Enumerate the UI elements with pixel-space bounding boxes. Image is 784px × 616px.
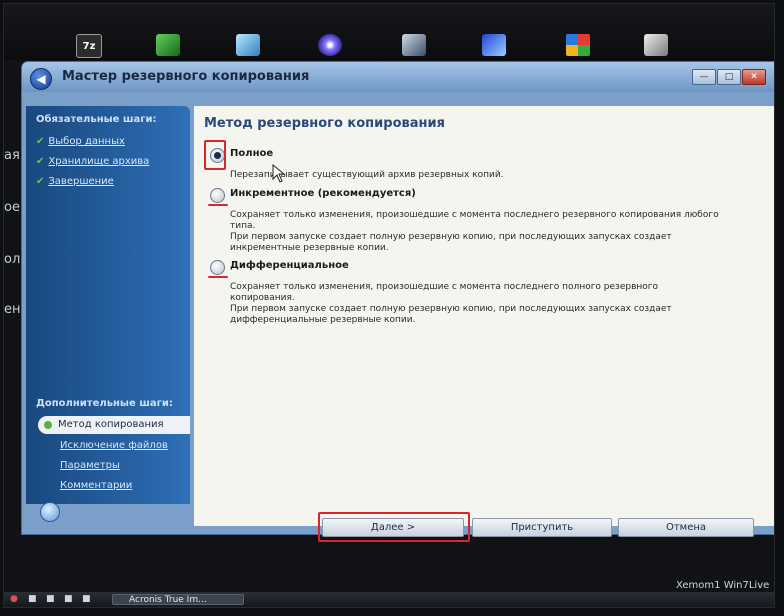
taskbar-icon[interactable]: ■: [46, 594, 55, 605]
back-arrow-icon[interactable]: ◀: [30, 68, 52, 90]
sidebar-step-archive-storage[interactable]: ✔ Хранилище архива: [36, 156, 149, 167]
highlight-box: [318, 512, 470, 542]
option-incremental-desc-1: Сохраняет только изменения, произошедшие…: [230, 210, 719, 220]
page-title: Метод резервного копирования: [204, 116, 445, 131]
ball-icon[interactable]: [402, 34, 426, 56]
option-differential-label: Дифференциальное: [230, 260, 349, 271]
required-steps-heading: Обязательные шаги:: [36, 114, 157, 125]
close-button[interactable]: ✕: [742, 69, 766, 85]
sidebar-step-parameters[interactable]: Параметры: [60, 460, 120, 471]
taskbar-icon[interactable]: ■: [28, 594, 37, 605]
sidebar-step-select-data[interactable]: ✔ Выбор данных: [36, 136, 125, 147]
disc-icon[interactable]: [318, 34, 342, 56]
option-incremental-desc-4: инкрементные резервные копии.: [230, 243, 389, 253]
option-incremental-label: Инкрементное (рекомендуется): [230, 188, 416, 199]
option-full-desc: Перезаписывает существующий архив резерв…: [230, 170, 504, 180]
highlight-box: [204, 140, 226, 170]
notebook-icon[interactable]: [156, 34, 180, 56]
windows-icon[interactable]: [566, 34, 590, 56]
taskbar: ● ■ ■ ■ ■ Acronis True Im...: [4, 592, 774, 607]
check-icon: ✔: [36, 136, 45, 147]
help-icon[interactable]: [40, 502, 60, 522]
cancel-button[interactable]: Отмена: [618, 518, 754, 537]
highlight-underline: [208, 276, 228, 278]
option-incremental-desc-3: При первом запуске создает полную резерв…: [230, 232, 672, 242]
start-orb-icon[interactable]: ●: [10, 594, 18, 605]
minimize-button[interactable]: —: [692, 69, 716, 85]
flag-icon[interactable]: [482, 34, 506, 56]
radio-incremental[interactable]: [210, 188, 225, 203]
sidebar-step-exclude-files[interactable]: Исключение файлов: [60, 440, 168, 451]
option-differential-desc-4: дифференциальные резервные копии.: [230, 315, 416, 325]
window-title: Мастер резервного копирования: [62, 69, 310, 84]
taskbar-icon[interactable]: ■: [82, 594, 91, 605]
7z-icon[interactable]: 7z: [76, 34, 102, 58]
sidebar-step-comments[interactable]: Комментарии: [60, 480, 132, 491]
option-full-label: Полное: [230, 148, 274, 159]
clipboard-icon[interactable]: [644, 34, 668, 56]
desktop-text-fragment: ен: [4, 302, 21, 317]
watermark-text: Xemom1 Win7Live: [676, 580, 770, 591]
backup-wizard-window: ◀ Мастер резервного копирования — □ ✕ Об…: [22, 62, 774, 542]
option-differential-desc-2: копирования.: [230, 293, 295, 303]
window-titlebar: ◀ Мастер резервного копирования — □ ✕: [22, 62, 774, 92]
desktop-top-bar: 7z: [4, 4, 774, 60]
sidebar-step-finish[interactable]: ✔ Завершение: [36, 176, 114, 187]
option-differential-desc-1: Сохраняет только изменения, произошедшие…: [230, 282, 659, 292]
wizard-sidebar: Обязательные шаги: ✔ Выбор данных ✔ Хранил…: [26, 106, 190, 522]
taskbar-icon[interactable]: ■: [64, 594, 73, 605]
desktop-text-fragment: ол: [4, 252, 21, 267]
taskbar-app-button[interactable]: Acronis True Im...: [112, 594, 244, 605]
option-incremental-desc-2: типа.: [230, 221, 256, 231]
check-icon: ✔: [36, 176, 45, 187]
optional-steps-heading: Дополнительные шаги:: [36, 398, 173, 409]
check-icon: ✔: [36, 156, 45, 167]
desktop-text-fragment: ое: [4, 200, 20, 215]
sidebar-step-backup-method[interactable]: Метод копирования: [38, 416, 190, 434]
current-step-icon: [44, 421, 52, 429]
pen-icon[interactable]: [236, 34, 260, 56]
option-differential-desc-3: При первом запуске создает полную резерв…: [230, 304, 672, 314]
photo-frame: 7z ая с ое ол ен ◀ Мастер резервного коп…: [4, 4, 774, 607]
radio-differential[interactable]: [210, 260, 225, 275]
maximize-button[interactable]: □: [717, 69, 741, 85]
mouse-cursor-icon: [272, 164, 286, 183]
highlight-underline: [208, 204, 228, 206]
start-button[interactable]: Приступить: [472, 518, 612, 537]
